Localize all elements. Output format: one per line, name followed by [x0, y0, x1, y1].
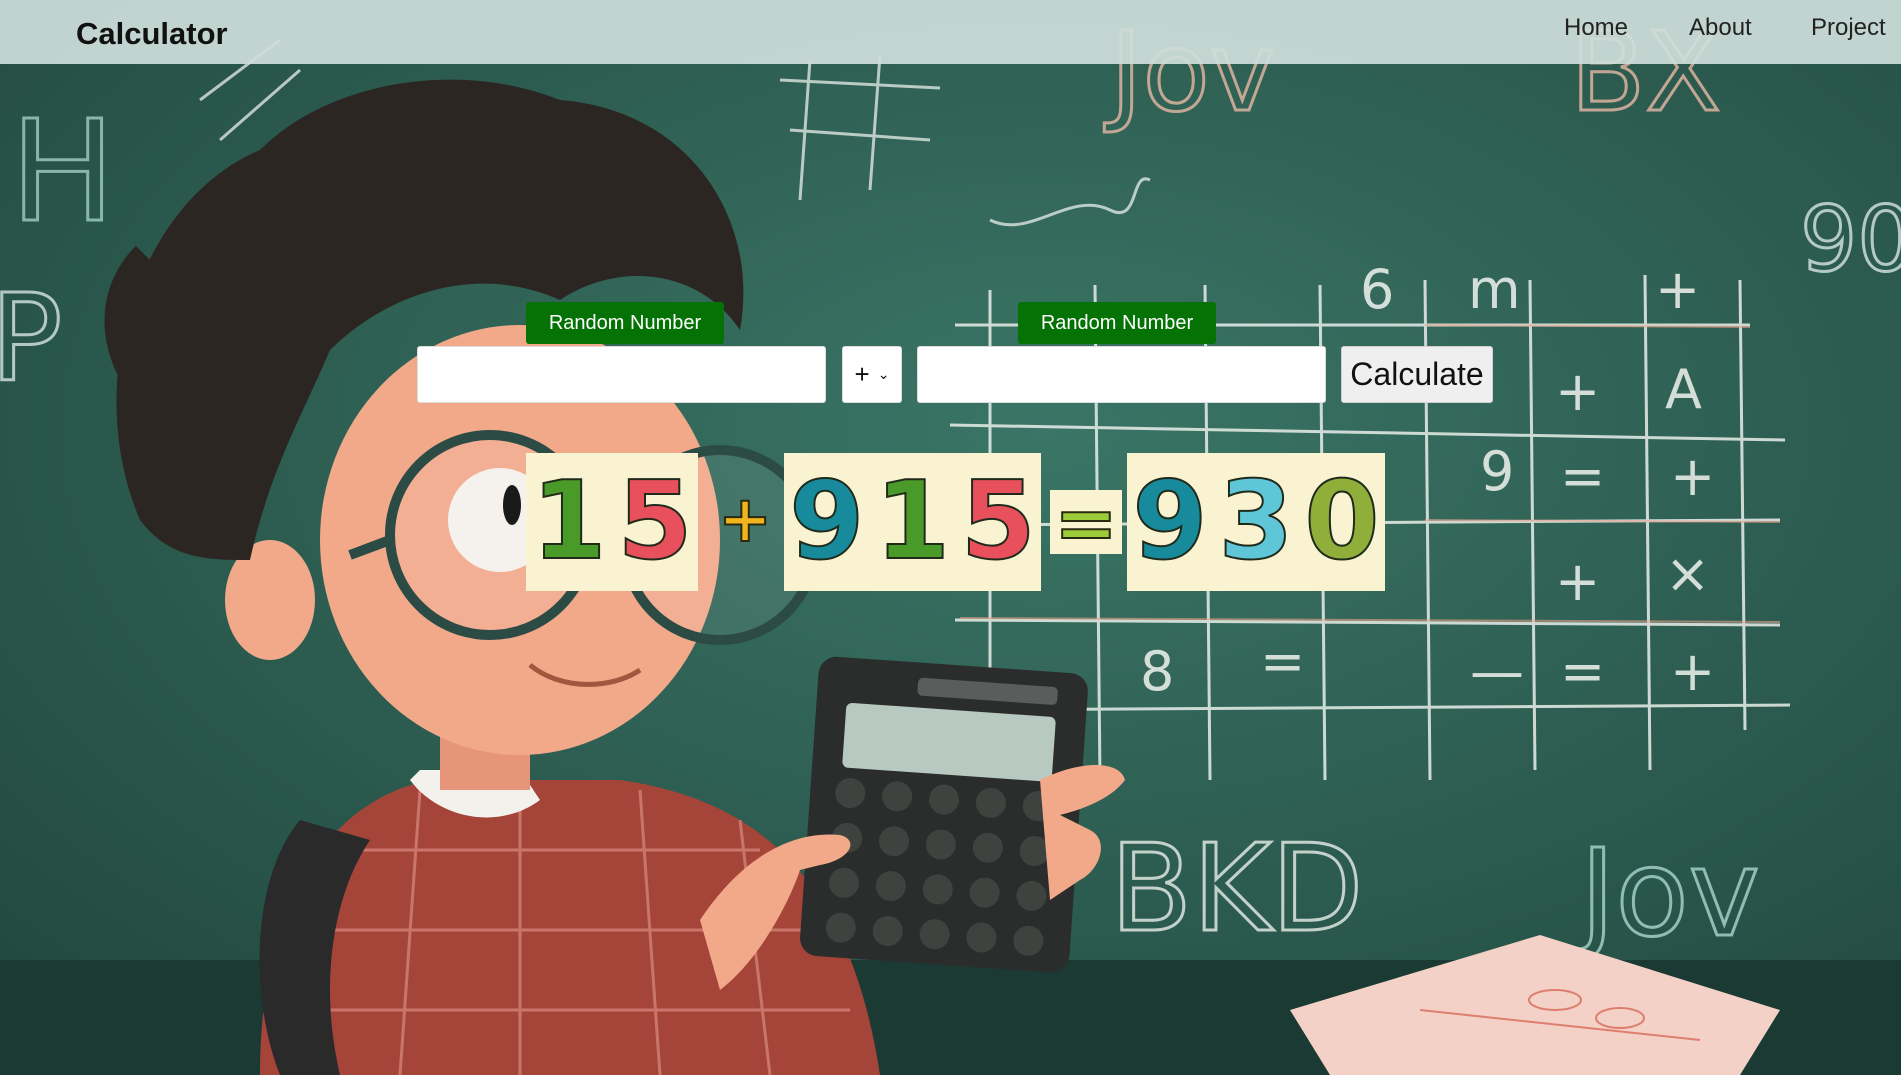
calculate-button[interactable]: Calculate	[1341, 346, 1493, 403]
svg-text:=: =	[1560, 640, 1605, 703]
first-number-input[interactable]	[417, 346, 826, 403]
result-operator-symbol: +	[717, 482, 773, 558]
svg-text:A: A	[1665, 358, 1702, 421]
result-digit: 9	[788, 459, 865, 584]
result-digit: 1	[874, 459, 951, 584]
svg-text:m: m	[1468, 258, 1521, 321]
top-navbar: Calculator Home About Project	[0, 0, 1901, 64]
random-number-button-2[interactable]: Random Number	[1018, 302, 1216, 344]
svg-text:+: +	[1555, 550, 1600, 613]
svg-text:H: H	[10, 91, 115, 254]
nav-home-link[interactable]: Home	[1564, 14, 1628, 42]
result-operand-b-tile: 9 1 5	[784, 453, 1041, 591]
svg-text:=: =	[1260, 630, 1305, 693]
svg-text:6: 6	[1360, 258, 1394, 321]
result-digit: 0	[1303, 459, 1380, 584]
nav-about-link[interactable]: About	[1689, 14, 1752, 42]
nav-project-link[interactable]: Project	[1811, 14, 1886, 42]
second-number-input[interactable]	[917, 346, 1326, 403]
svg-text:+: +	[1655, 258, 1700, 321]
result-equals-symbol: =	[1050, 477, 1122, 568]
result-digit: 1	[530, 459, 607, 584]
result-digit: 5	[616, 459, 693, 584]
result-digit: 5	[960, 459, 1037, 584]
svg-text:×: ×	[1665, 542, 1710, 605]
result-answer-tile: 9 3 0	[1127, 453, 1385, 591]
random-number-button-1[interactable]: Random Number	[526, 302, 724, 344]
svg-text:8: 8	[1140, 640, 1174, 703]
svg-text:P: P	[0, 270, 62, 409]
result-operand-a-tile: 1 5	[526, 453, 698, 591]
operator-selected-value: +	[854, 359, 870, 389]
result-digit: 9	[1131, 459, 1208, 584]
svg-text:+: +	[1555, 360, 1600, 423]
svg-text:=: =	[1560, 445, 1605, 508]
chevron-down-icon: ⌄	[877, 366, 890, 382]
svg-text:Jov: Jov	[1573, 825, 1760, 964]
svg-text:+: +	[1670, 445, 1715, 508]
operator-select[interactable]: + ⌄	[842, 346, 902, 403]
svg-text:BKD: BKD	[1110, 820, 1363, 959]
app-title: Calculator	[76, 16, 228, 51]
result-digit: 3	[1217, 459, 1294, 584]
svg-text:90: 90	[1800, 187, 1901, 292]
svg-text:9: 9	[1480, 440, 1514, 503]
svg-text:—: —	[1470, 640, 1524, 703]
svg-text:+: +	[1670, 640, 1715, 703]
